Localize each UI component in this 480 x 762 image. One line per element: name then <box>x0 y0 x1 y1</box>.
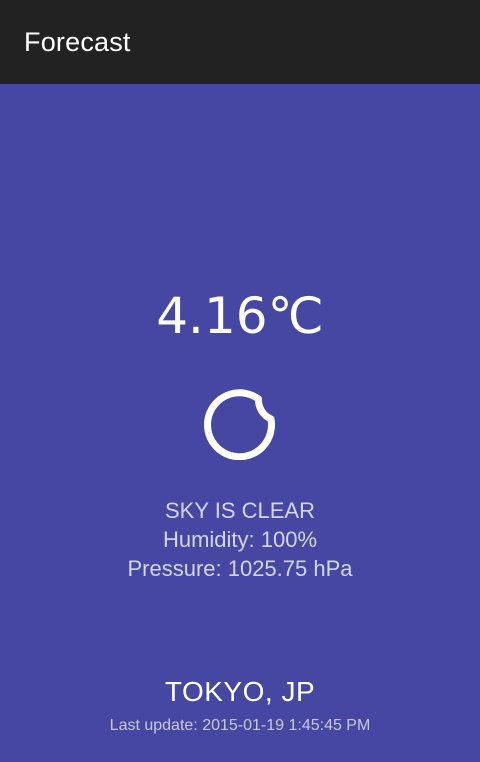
weather-description: SKY IS CLEAR <box>165 498 315 523</box>
moon-icon <box>204 388 276 461</box>
app-bar: Forecast <box>0 0 480 84</box>
temperature-value: 4.16℃ <box>156 287 324 345</box>
app-title: Forecast <box>24 26 131 57</box>
location-name: TOKYO, JP <box>164 676 316 707</box>
pressure-text: Pressure: 1025.75 hPa <box>127 556 353 581</box>
last-update-text: Last update: 2015-01-19 1:45:45 PM <box>109 717 371 734</box>
weather-details: SKY IS CLEAR Humidity: 100% Pressure: 10… <box>0 496 480 583</box>
humidity-text: Humidity: 100% <box>162 527 318 552</box>
forecast-panel: 4.16℃ SKY IS CLEAR Humidity: 100% Pressu… <box>0 84 480 762</box>
